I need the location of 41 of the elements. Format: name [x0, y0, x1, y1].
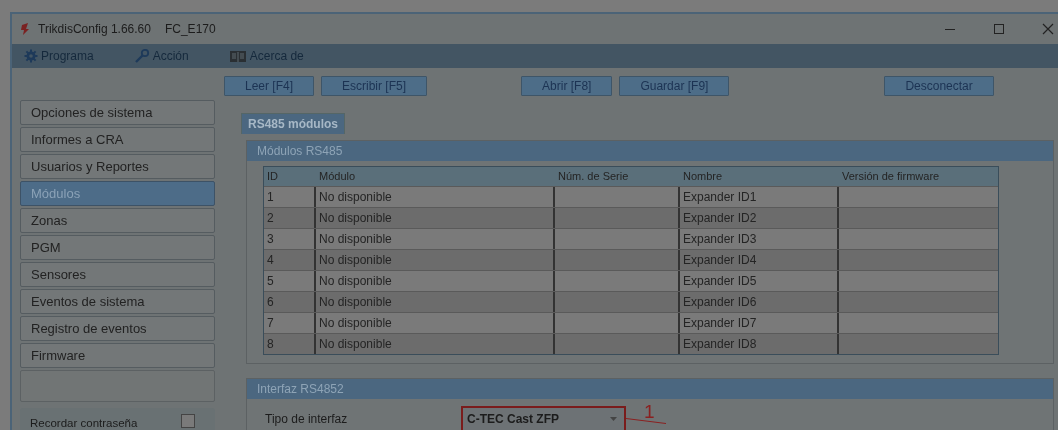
app-logo-icon [20, 22, 30, 36]
toolbar-button[interactable]: Desconectar [884, 76, 994, 96]
toolbar-button[interactable]: Escribir [F5] [321, 76, 428, 96]
sidebar-item[interactable]: Eventos de sistema [20, 289, 215, 314]
table-cell: No disponible [316, 334, 555, 354]
table-cell: 8 [264, 334, 316, 354]
sidebar-item[interactable]: Módulos [20, 181, 215, 206]
panel-header: Módulos RS485 [247, 141, 1053, 161]
gear-icon [24, 49, 38, 63]
book-icon [228, 49, 247, 63]
column-header: ID [266, 169, 279, 184]
panel-header: Interfaz RS4852 [247, 379, 1053, 399]
wrench-icon [133, 49, 150, 63]
column-header: Módulo [318, 169, 357, 184]
sidebar-item[interactable]: Usuarios y Reportes [20, 154, 215, 179]
interface-type-dropdown[interactable]: C-TEC Cast ZFP [461, 406, 626, 430]
sidebar-item[interactable]: Registro de eventos [20, 316, 215, 341]
sidebar-item[interactable]: Zonas [20, 208, 215, 233]
column-header: Núm. de Serie [557, 169, 630, 184]
sidebar-item[interactable]: Informes a CRA [20, 127, 215, 152]
device-name: FC_E170 [164, 22, 216, 36]
table-cell: Expander ID8 [680, 334, 839, 354]
interface-type-label: Tipo de interfaz [265, 412, 349, 426]
tab[interactable]: RS485 módulos [241, 113, 346, 134]
close-icon[interactable] [1042, 23, 1054, 35]
toolbar-button[interactable]: Abrir [F8] [521, 76, 613, 96]
toolbar-button[interactable]: Leer [F4] [224, 76, 315, 96]
sidebar-item[interactable]: Sensores [20, 262, 215, 287]
column-header: Versión de firmware [841, 169, 941, 184]
maximize-icon[interactable] [993, 23, 1005, 35]
annotation-number: 1 [644, 402, 655, 422]
leader-line [626, 418, 666, 424]
column-header: Nombre [682, 169, 724, 184]
sidebar-item[interactable]: Opciones de sistema [20, 100, 215, 125]
sidebar-item[interactable]: PGM [20, 235, 215, 260]
caret-icon [610, 417, 617, 421]
checkbox[interactable] [181, 414, 195, 428]
toolbar-button[interactable]: Guardar [F9] [619, 76, 730, 96]
window-title: TrikdisConfig 1.66.60 [38, 22, 151, 36]
sidebar-item[interactable]: Firmware [20, 343, 215, 368]
remember-password-label: Recordar contraseña [30, 417, 138, 429]
